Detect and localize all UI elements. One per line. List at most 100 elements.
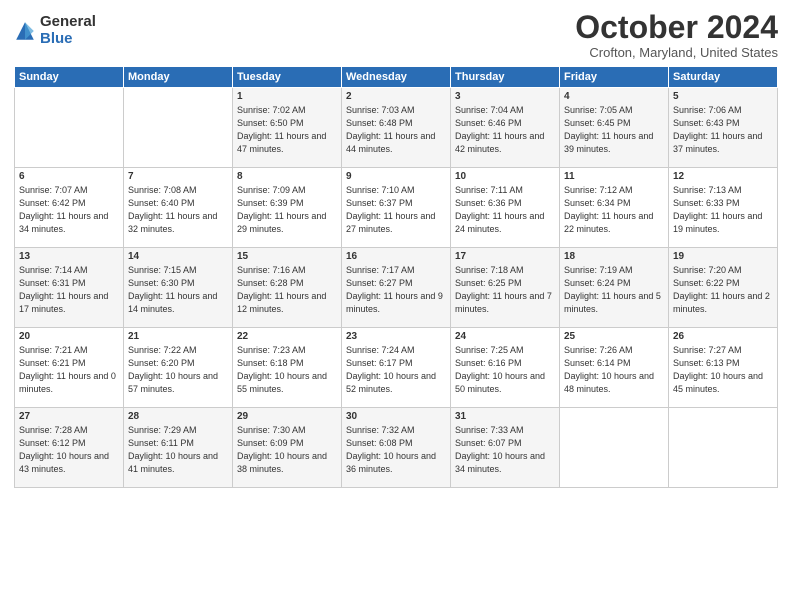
calendar-cell [124,88,233,168]
day-number: 20 [19,331,119,342]
cell-content: Sunrise: 7:28 AM Sunset: 6:12 PM Dayligh… [19,424,119,476]
day-number: 13 [19,251,119,262]
calendar-cell: 21 Sunrise: 7:22 AM Sunset: 6:20 PM Dayli… [124,328,233,408]
col-wednesday: Wednesday [342,67,451,88]
cell-content: Sunrise: 7:13 AM Sunset: 6:33 PM Dayligh… [673,184,773,236]
calendar-cell: 28 Sunrise: 7:29 AM Sunset: 6:11 PM Dayli… [124,408,233,488]
cell-content: Sunrise: 7:16 AM Sunset: 6:28 PM Dayligh… [237,264,337,316]
calendar-cell: 25 Sunrise: 7:26 AM Sunset: 6:14 PM Dayli… [560,328,669,408]
day-number: 30 [346,411,446,422]
cell-content: Sunrise: 7:15 AM Sunset: 6:30 PM Dayligh… [128,264,228,316]
page: General Blue October 2024 Crofton, Maryl… [0,0,792,612]
cell-content: Sunrise: 7:17 AM Sunset: 6:27 PM Dayligh… [346,264,446,316]
calendar-cell: 29Sunrise: 7:30 AM Sunset: 6:09 PM Dayli… [233,408,342,488]
cell-content: Sunrise: 7:05 AM Sunset: 6:45 PM Dayligh… [564,104,664,156]
calendar-cell: 27 Sunrise: 7:28 AM Sunset: 6:12 PM Dayli… [15,408,124,488]
calendar-cell: 30 Sunrise: 7:32 AM Sunset: 6:08 PM Dayli… [342,408,451,488]
cell-content: Sunrise: 7:07 AM Sunset: 6:42 PM Dayligh… [19,184,119,236]
cell-content: Sunrise: 7:20 AM Sunset: 6:22 PM Dayligh… [673,264,773,316]
calendar-cell: 19 Sunrise: 7:20 AM Sunset: 6:22 PM Dayli… [669,248,778,328]
calendar-cell: 31 Sunrise: 7:33 AM Sunset: 6:07 PM Dayli… [451,408,560,488]
day-number: 12 [673,171,773,182]
title-block: October 2024 Crofton, Maryland, United S… [575,10,778,60]
cell-content: Sunrise: 7:03 AM Sunset: 6:48 PM Dayligh… [346,104,446,156]
day-number: 18 [564,251,664,262]
calendar-week-row: 27 Sunrise: 7:28 AM Sunset: 6:12 PM Dayli… [15,408,778,488]
header: General Blue October 2024 Crofton, Maryl… [14,10,778,60]
calendar-cell: 8 Sunrise: 7:09 AM Sunset: 6:39 PM Daylig… [233,168,342,248]
cell-content: Sunrise: 7:11 AM Sunset: 6:36 PM Dayligh… [455,184,555,236]
logo-blue: Blue [40,31,96,48]
day-number: 1 [237,91,337,102]
cell-content: Sunrise: 7:09 AM Sunset: 6:39 PM Dayligh… [237,184,337,236]
day-number: 23 [346,331,446,342]
calendar-cell: 23Sunrise: 7:24 AM Sunset: 6:17 PM Dayli… [342,328,451,408]
calendar-cell [15,88,124,168]
calendar-cell: 26Sunrise: 7:27 AM Sunset: 6:13 PM Dayli… [669,328,778,408]
calendar-cell: 13 Sunrise: 7:14 AM Sunset: 6:31 PM Dayli… [15,248,124,328]
cell-content: Sunrise: 7:06 AM Sunset: 6:43 PM Dayligh… [673,104,773,156]
calendar-week-row: 6 Sunrise: 7:07 AM Sunset: 6:42 PM Daylig… [15,168,778,248]
day-number: 6 [19,171,119,182]
day-number: 25 [564,331,664,342]
day-number: 11 [564,171,664,182]
calendar-cell: 6 Sunrise: 7:07 AM Sunset: 6:42 PM Daylig… [15,168,124,248]
cell-content: Sunrise: 7:12 AM Sunset: 6:34 PM Dayligh… [564,184,664,236]
day-number: 9 [346,171,446,182]
day-number: 26 [673,331,773,342]
calendar-table: Sunday Monday Tuesday Wednesday Thursday… [14,66,778,488]
calendar-cell: 9Sunrise: 7:10 AM Sunset: 6:37 PM Daylig… [342,168,451,248]
calendar-cell: 22Sunrise: 7:23 AM Sunset: 6:18 PM Dayli… [233,328,342,408]
cell-content: Sunrise: 7:33 AM Sunset: 6:07 PM Dayligh… [455,424,555,476]
day-number: 27 [19,411,119,422]
calendar-week-row: 20 Sunrise: 7:21 AM Sunset: 6:21 PM Dayli… [15,328,778,408]
location-subtitle: Crofton, Maryland, United States [575,45,778,60]
cell-content: Sunrise: 7:14 AM Sunset: 6:31 PM Dayligh… [19,264,119,316]
calendar-cell [560,408,669,488]
day-number: 19 [673,251,773,262]
calendar-cell: 10 Sunrise: 7:11 AM Sunset: 6:36 PM Dayli… [451,168,560,248]
day-number: 3 [455,91,555,102]
cell-content: Sunrise: 7:26 AM Sunset: 6:14 PM Dayligh… [564,344,664,396]
calendar-cell: 15 Sunrise: 7:16 AM Sunset: 6:28 PM Dayli… [233,248,342,328]
day-number: 31 [455,411,555,422]
day-number: 15 [237,251,337,262]
calendar-cell: 3 Sunrise: 7:04 AM Sunset: 6:46 PM Daylig… [451,88,560,168]
cell-content: Sunrise: 7:02 AM Sunset: 6:50 PM Dayligh… [237,104,337,156]
cell-content: Sunrise: 7:23 AM Sunset: 6:18 PM Dayligh… [237,344,337,396]
cell-content: Sunrise: 7:22 AM Sunset: 6:20 PM Dayligh… [128,344,228,396]
cell-content: Sunrise: 7:08 AM Sunset: 6:40 PM Dayligh… [128,184,228,236]
calendar-cell: 7Sunrise: 7:08 AM Sunset: 6:40 PM Daylig… [124,168,233,248]
logo-text: General Blue [40,14,96,47]
col-saturday: Saturday [669,67,778,88]
calendar-cell: 12 Sunrise: 7:13 AM Sunset: 6:33 PM Dayli… [669,168,778,248]
calendar-cell: 16 Sunrise: 7:17 AM Sunset: 6:27 PM Dayli… [342,248,451,328]
calendar-cell: 24 Sunrise: 7:25 AM Sunset: 6:16 PM Dayli… [451,328,560,408]
day-number: 8 [237,171,337,182]
cell-content: Sunrise: 7:25 AM Sunset: 6:16 PM Dayligh… [455,344,555,396]
calendar-cell: 14 Sunrise: 7:15 AM Sunset: 6:30 PM Dayli… [124,248,233,328]
cell-content: Sunrise: 7:19 AM Sunset: 6:24 PM Dayligh… [564,264,664,316]
logo-icon [14,20,36,42]
cell-content: Sunrise: 7:32 AM Sunset: 6:08 PM Dayligh… [346,424,446,476]
day-number: 10 [455,171,555,182]
cell-content: Sunrise: 7:21 AM Sunset: 6:21 PM Dayligh… [19,344,119,396]
calendar-cell: 18 Sunrise: 7:19 AM Sunset: 6:24 PM Dayli… [560,248,669,328]
calendar-cell [669,408,778,488]
day-number: 28 [128,411,228,422]
day-number: 21 [128,331,228,342]
day-number: 2 [346,91,446,102]
day-number: 16 [346,251,446,262]
day-number: 14 [128,251,228,262]
calendar-cell: 17Sunrise: 7:18 AM Sunset: 6:25 PM Dayli… [451,248,560,328]
calendar-header: Sunday Monday Tuesday Wednesday Thursday… [15,67,778,88]
calendar-cell: 11 Sunrise: 7:12 AM Sunset: 6:34 PM Dayli… [560,168,669,248]
cell-content: Sunrise: 7:18 AM Sunset: 6:25 PM Dayligh… [455,264,555,316]
cell-content: Sunrise: 7:04 AM Sunset: 6:46 PM Dayligh… [455,104,555,156]
header-row: Sunday Monday Tuesday Wednesday Thursday… [15,67,778,88]
calendar-week-row: 1 Sunrise: 7:02 AM Sunset: 6:50 PM Daylig… [15,88,778,168]
col-monday: Monday [124,67,233,88]
cell-content: Sunrise: 7:29 AM Sunset: 6:11 PM Dayligh… [128,424,228,476]
day-number: 24 [455,331,555,342]
col-thursday: Thursday [451,67,560,88]
